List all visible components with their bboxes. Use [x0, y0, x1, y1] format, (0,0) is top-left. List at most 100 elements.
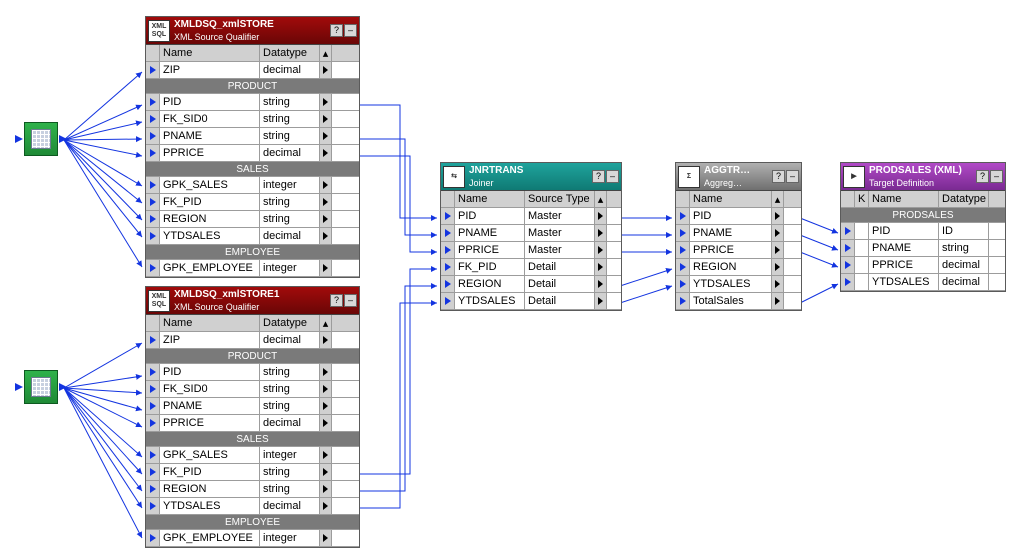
port-row[interactable]: REGIONstring: [146, 481, 359, 498]
port-row[interactable]: PNAME: [676, 225, 801, 242]
minimize-button[interactable]: –: [344, 294, 357, 307]
port-in-icon: [150, 485, 156, 493]
port-row[interactable]: PIDMaster: [441, 208, 621, 225]
port-row[interactable]: GPK_EMPLOYEEinteger: [146, 260, 359, 277]
port-row[interactable]: YTDSALESdecimal: [146, 228, 359, 245]
cell: string: [260, 398, 320, 414]
port-row[interactable]: GPK_SALESinteger: [146, 177, 359, 194]
cell: REGION: [455, 276, 525, 292]
port-row[interactable]: PPRICE: [676, 242, 801, 259]
cell: decimal: [260, 415, 320, 431]
help-button[interactable]: ?: [772, 170, 785, 183]
help-button[interactable]: ?: [330, 294, 343, 307]
minimize-button[interactable]: –: [990, 170, 1003, 183]
port-row[interactable]: TotalSales: [676, 293, 801, 310]
port-row[interactable]: FK_PIDstring: [146, 194, 359, 211]
row-gutter: [441, 191, 455, 207]
key-cell: [855, 274, 869, 290]
column-header[interactable]: Name: [160, 45, 260, 61]
source-definition-2[interactable]: [24, 370, 58, 404]
port-row[interactable]: FK_PIDDetail: [441, 259, 621, 276]
port-row[interactable]: FK_SID0string: [146, 111, 359, 128]
port-row[interactable]: YTDSALESdecimal: [841, 274, 1005, 291]
port-row[interactable]: PNAMEstring: [841, 240, 1005, 257]
port-row[interactable]: PIDID: [841, 223, 1005, 240]
column-header[interactable]: Datatype: [260, 315, 320, 331]
source-definition-1[interactable]: [24, 122, 58, 156]
port-out-icon: [59, 135, 67, 143]
titlebar[interactable]: ⇆ JNRTRANS Joiner ? –: [441, 163, 621, 191]
titlebar[interactable]: XML SQL XMLDSQ_xmlSTORE XML Source Quali…: [146, 17, 359, 45]
column-header[interactable]: Name: [869, 191, 939, 207]
row-gutter: [841, 257, 855, 273]
port-row[interactable]: YTDSALESdecimal: [146, 498, 359, 515]
joiner-transformation[interactable]: ⇆ JNRTRANS Joiner ? – NameSource Type▴PI…: [440, 162, 622, 311]
port-row[interactable]: PNAMEstring: [146, 398, 359, 415]
port-in-icon: [845, 261, 851, 269]
port-row[interactable]: REGIONDetail: [441, 276, 621, 293]
scroll-up-button[interactable]: ▴: [320, 45, 332, 61]
port-row[interactable]: FK_SID0string: [146, 381, 359, 398]
port-row[interactable]: YTDSALESDetail: [441, 293, 621, 310]
port-row[interactable]: GPK_SALESinteger: [146, 447, 359, 464]
port-row[interactable]: PPRICEdecimal: [841, 257, 1005, 274]
xml-source-qualifier-2[interactable]: XML SQL XMLDSQ_xmlSTORE1 XML Source Qual…: [145, 286, 360, 548]
port-row[interactable]: REGION: [676, 259, 801, 276]
minimize-button[interactable]: –: [606, 170, 619, 183]
port-out-icon: [320, 128, 332, 144]
cell: PNAME: [690, 225, 772, 241]
port-row[interactable]: GPK_EMPLOYEEinteger: [146, 530, 359, 547]
port-row[interactable]: ZIPdecimal: [146, 332, 359, 349]
column-header[interactable]: K: [855, 191, 869, 207]
titlebar[interactable]: Σ AGGTR… Aggreg… ? –: [676, 163, 801, 191]
port-in-icon: [845, 244, 851, 252]
cell: decimal: [260, 332, 320, 348]
port-out-icon: [320, 94, 332, 110]
minimize-button[interactable]: –: [344, 24, 357, 37]
titlebar[interactable]: XML SQL XMLDSQ_xmlSTORE1 XML Source Qual…: [146, 287, 359, 315]
port-row[interactable]: PNAMEstring: [146, 128, 359, 145]
target-definition[interactable]: ▶ PRODSALES (XML) Target Definition ? – …: [840, 162, 1006, 292]
port-row[interactable]: PIDstring: [146, 94, 359, 111]
port-in-icon: [150, 451, 156, 459]
cell: PPRICE: [690, 242, 772, 258]
port-out-icon: [595, 242, 607, 258]
row-gutter: [146, 364, 160, 380]
port-row[interactable]: PIDstring: [146, 364, 359, 381]
port-in-icon: [680, 263, 686, 271]
column-header[interactable]: Datatype: [260, 45, 320, 61]
panel-title: JNRTRANS: [469, 165, 590, 177]
xml-source-qualifier-1[interactable]: XML SQL XMLDSQ_xmlSTORE XML Source Quali…: [145, 16, 360, 278]
aggregator-transformation[interactable]: Σ AGGTR… Aggreg… ? – Name▴PIDPNAMEPPRICE…: [675, 162, 802, 311]
port-row[interactable]: YTDSALES: [676, 276, 801, 293]
column-header[interactable]: Source Type: [525, 191, 595, 207]
port-in-icon: [845, 227, 851, 235]
port-row[interactable]: PPRICEMaster: [441, 242, 621, 259]
scroll-up-button[interactable]: ▴: [595, 191, 607, 207]
port-row[interactable]: REGIONstring: [146, 211, 359, 228]
port-row[interactable]: FK_PIDstring: [146, 464, 359, 481]
transformation-type-icon: XML SQL: [148, 290, 170, 312]
row-gutter: [676, 276, 690, 292]
port-row[interactable]: PID: [676, 208, 801, 225]
column-header[interactable]: Datatype: [939, 191, 989, 207]
port-row[interactable]: ZIPdecimal: [146, 62, 359, 79]
titlebar[interactable]: ▶ PRODSALES (XML) Target Definition ? –: [841, 163, 1005, 191]
help-button[interactable]: ?: [592, 170, 605, 183]
port-out-icon: [320, 498, 332, 514]
help-button[interactable]: ?: [330, 24, 343, 37]
column-header[interactable]: Name: [690, 191, 772, 207]
column-header[interactable]: Name: [160, 315, 260, 331]
port-out-icon: [595, 208, 607, 224]
column-header[interactable]: Name: [455, 191, 525, 207]
row-gutter: [146, 94, 160, 110]
cell: string: [260, 128, 320, 144]
help-button[interactable]: ?: [976, 170, 989, 183]
minimize-button[interactable]: –: [786, 170, 799, 183]
port-row[interactable]: PPRICEdecimal: [146, 145, 359, 162]
port-row[interactable]: PNAMEMaster: [441, 225, 621, 242]
port-row[interactable]: PPRICEdecimal: [146, 415, 359, 432]
row-gutter: [441, 293, 455, 309]
scroll-up-button[interactable]: ▴: [772, 191, 784, 207]
scroll-up-button[interactable]: ▴: [320, 315, 332, 331]
